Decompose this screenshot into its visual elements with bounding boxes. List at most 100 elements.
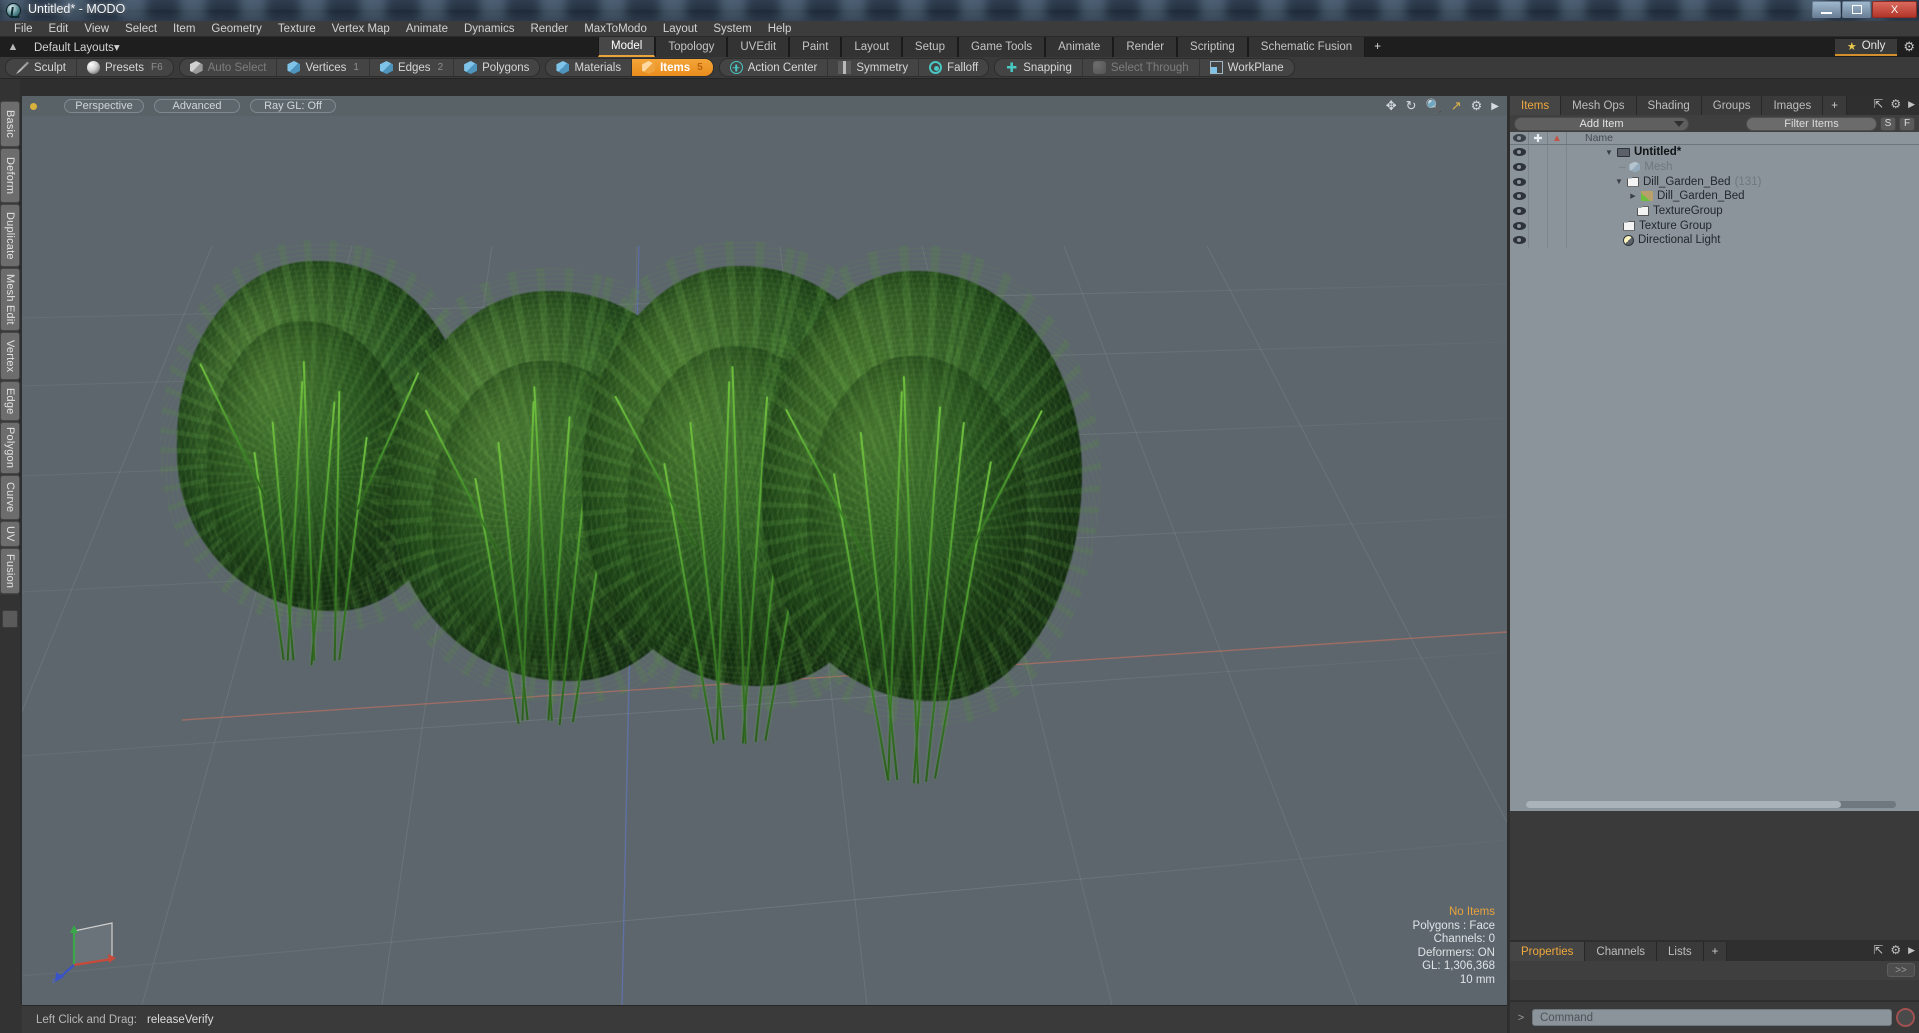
record-icon[interactable] — [1896, 1008, 1915, 1027]
3d-viewport[interactable]: Perspective Advanced Ray GL: Off ✥ ↻ 🔍 ↗… — [22, 96, 1507, 1005]
row-visibility-toggle[interactable] — [1510, 218, 1529, 234]
menu-dynamics[interactable]: Dynamics — [456, 21, 522, 37]
zoom-icon[interactable]: 🔍 — [1426, 98, 1442, 114]
workplane-button[interactable]: WorkPlane — [1200, 59, 1294, 76]
presets-button[interactable]: Presets F6 — [77, 59, 173, 76]
row-visibility-toggle[interactable] — [1510, 203, 1529, 219]
fit-icon[interactable]: ↗ — [1451, 98, 1462, 114]
table-row[interactable]: ▼ Untitled* — [1510, 145, 1919, 160]
row-visibility-toggle[interactable] — [1510, 189, 1529, 204]
add-panel-tab-button[interactable]: + — [1823, 96, 1847, 115]
tab-shading[interactable]: Shading — [1636, 96, 1702, 115]
gear-icon[interactable]: ⚙ — [1890, 943, 1901, 957]
tab-channels[interactable]: Channels — [1585, 942, 1658, 961]
row-visibility-toggle[interactable] — [1510, 159, 1529, 175]
tab-paint[interactable]: Paint — [789, 37, 842, 57]
tab-lists[interactable]: Lists — [1657, 942, 1704, 961]
table-row[interactable]: ▶ Dill_Garden_Bed — [1510, 189, 1919, 204]
menu-system[interactable]: System — [705, 21, 759, 37]
action-center-button[interactable]: Action Center — [720, 59, 829, 76]
viewport-shading-dropdown[interactable]: Advanced — [154, 99, 240, 113]
tab-items[interactable]: Items — [1510, 96, 1562, 115]
sidebar-item-curve[interactable]: Curve — [0, 475, 20, 520]
falloff-button[interactable]: Falloff — [919, 59, 988, 76]
maximize-button[interactable] — [1842, 1, 1871, 18]
chevron-right-icon[interactable]: ▶ — [1908, 945, 1915, 956]
add-item-button[interactable]: Add Item — [1514, 116, 1689, 131]
sidebar-item-edge[interactable]: Edge — [0, 381, 20, 421]
sidebar-item-basic[interactable]: Basic — [0, 101, 20, 147]
polygons-button[interactable]: Polygons — [454, 59, 539, 76]
sidebar-item-mesh-edit[interactable]: Mesh Edit — [0, 268, 20, 331]
sidebar-item-duplicate[interactable]: Duplicate — [0, 204, 20, 267]
tab-model[interactable]: Model — [598, 37, 656, 57]
gear-icon[interactable]: ⚙ — [1471, 98, 1483, 114]
menu-texture[interactable]: Texture — [270, 21, 324, 37]
menu-vertex-map[interactable]: Vertex Map — [324, 21, 398, 37]
row-visibility-toggle[interactable] — [1510, 174, 1529, 190]
menu-animate[interactable]: Animate — [398, 21, 456, 37]
filter-f-button[interactable]: F — [1899, 116, 1915, 131]
command-input[interactable]: Command — [1532, 1009, 1892, 1026]
tab-groups[interactable]: Groups — [1701, 96, 1763, 115]
materials-button[interactable]: Materials — [546, 59, 633, 76]
sidebar-item-deform[interactable]: Deform — [0, 148, 20, 203]
tab-scripting[interactable]: Scripting — [1177, 37, 1248, 57]
tab-properties[interactable]: Properties — [1510, 942, 1586, 961]
expand-icon[interactable]: ⇱ — [1873, 97, 1883, 111]
chevron-right-icon[interactable]: ▶ — [1908, 99, 1915, 110]
add-properties-tab-button[interactable]: + — [1703, 942, 1728, 961]
table-row[interactable]: ─ Mesh — [1510, 159, 1919, 175]
tab-game-tools[interactable]: Game Tools — [957, 37, 1046, 57]
row-visibility-toggle[interactable] — [1510, 233, 1529, 248]
play-icon[interactable]: ▶ — [1491, 101, 1499, 112]
home-icon[interactable]: ▲ — [0, 37, 26, 57]
minimize-button[interactable] — [1812, 1, 1841, 18]
table-row[interactable]: TextureGroup — [1510, 203, 1919, 219]
gear-icon[interactable]: ⚙ — [1890, 97, 1901, 111]
filter-items-input[interactable]: Filter Items — [1746, 116, 1877, 131]
table-row[interactable]: Texture Group — [1510, 218, 1919, 234]
menu-layout[interactable]: Layout — [655, 21, 706, 37]
menu-file[interactable]: File — [6, 21, 41, 37]
sidebar-item-uv[interactable]: UV — [0, 521, 20, 547]
sidebar-item-fusion[interactable]: Fusion — [0, 548, 20, 594]
expand-icon[interactable]: ⇱ — [1873, 943, 1883, 957]
menu-help[interactable]: Help — [760, 21, 800, 37]
tab-schematic-fusion[interactable]: Schematic Fusion — [1247, 37, 1366, 57]
gear-icon[interactable]: ⚙ — [1903, 39, 1915, 55]
properties-go-button[interactable]: >> — [1887, 963, 1915, 977]
default-layouts-dropdown[interactable]: Default Layouts▾ — [26, 40, 128, 54]
items-button[interactable]: Items 5 — [632, 59, 713, 76]
add-tab-button[interactable]: + — [1365, 37, 1390, 57]
menu-render[interactable]: Render — [522, 21, 576, 37]
row-visibility-toggle[interactable] — [1510, 145, 1529, 160]
menu-item[interactable]: Item — [165, 21, 203, 37]
rotate-icon[interactable]: ↻ — [1406, 98, 1417, 114]
left-toolbar-slot[interactable] — [2, 610, 18, 628]
auto-select-button[interactable]: Auto Select — [180, 59, 278, 76]
table-row[interactable]: Directional Light — [1510, 233, 1919, 248]
sidebar-item-polygon[interactable]: Polygon — [0, 422, 20, 474]
close-button[interactable]: X — [1872, 1, 1917, 18]
tab-animate[interactable]: Animate — [1045, 37, 1114, 57]
menu-view[interactable]: View — [76, 21, 117, 37]
tab-mesh-ops[interactable]: Mesh Ops — [1561, 96, 1637, 115]
twirl-icon[interactable]: ▼ — [1605, 148, 1613, 157]
move-icon[interactable]: ✥ — [1386, 98, 1397, 114]
select-through-button[interactable]: Select Through — [1083, 59, 1200, 76]
filter-s-button[interactable]: S — [1880, 116, 1896, 131]
viewport-perspective-dropdown[interactable]: Perspective — [64, 99, 144, 113]
sculpt-button[interactable]: Sculpt — [6, 59, 77, 76]
menu-geometry[interactable]: Geometry — [203, 21, 270, 37]
item-list-hscrollbar[interactable] — [1526, 801, 1896, 808]
tab-render[interactable]: Render — [1113, 37, 1178, 57]
only-button[interactable]: ★ Only — [1834, 38, 1898, 56]
tab-setup[interactable]: Setup — [901, 37, 958, 57]
tab-layout[interactable]: Layout — [841, 37, 902, 57]
symmetry-button[interactable]: Symmetry — [828, 59, 920, 76]
edges-button[interactable]: Edges 2 — [370, 59, 455, 76]
twirl-icon[interactable]: ▶ — [1629, 192, 1637, 200]
menu-select[interactable]: Select — [117, 21, 165, 37]
tab-images[interactable]: Images — [1762, 96, 1824, 115]
